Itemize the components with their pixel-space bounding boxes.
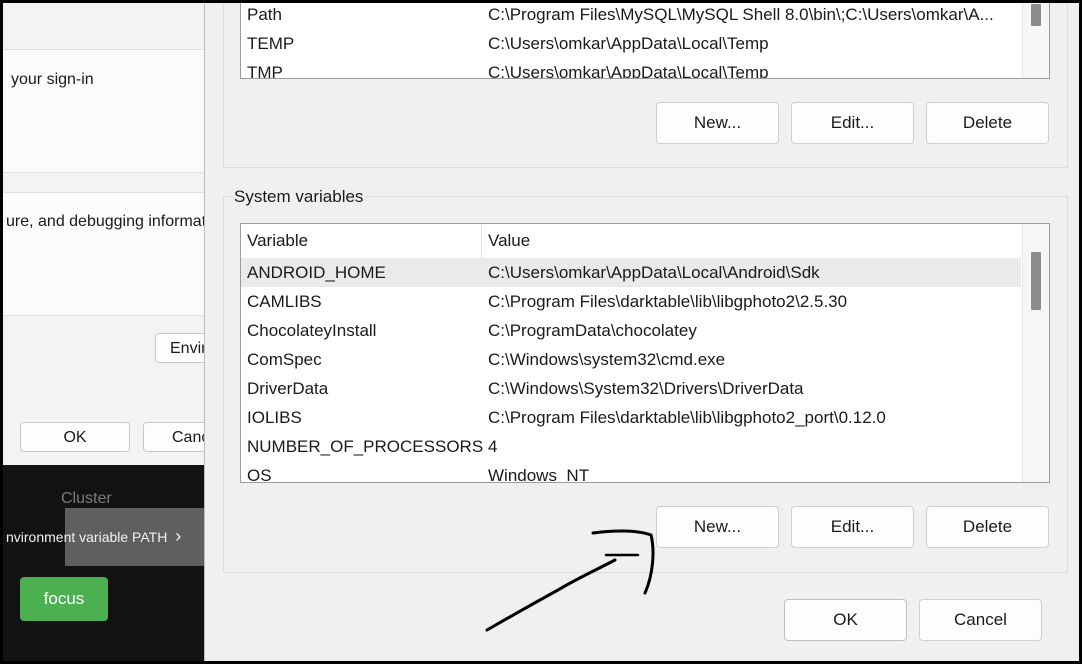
screen: your sign-in ure, and debugging informat… [0, 0, 1082, 664]
system-edit-button[interactable]: Edit... [791, 506, 914, 548]
variable-name: CAMLIBS [247, 292, 322, 311]
sign-in-panel [3, 49, 213, 173]
scrollbar-thumb[interactable] [1031, 4, 1041, 26]
column-header-value[interactable]: Value [488, 224, 530, 258]
variable-name: ComSpec [247, 350, 322, 369]
ok-button[interactable]: OK [784, 599, 907, 641]
system-list-scrollbar[interactable] [1022, 224, 1049, 482]
system-new-button[interactable]: New... [656, 506, 779, 548]
user-variables-list[interactable]: Path C:\Program Files\MySQL\MySQL Shell … [240, 3, 1050, 79]
column-header-variable[interactable]: Variable [247, 224, 308, 258]
sign-in-text: your sign-in [11, 71, 94, 88]
variable-value: C:\Program Files\darktable\lib\libgphoto… [488, 292, 848, 311]
variable-name: OS [247, 466, 272, 483]
variable-value: C:\Users\omkar\AppData\Local\Temp [488, 34, 769, 53]
variable-value: C:\Users\omkar\AppData\Local\Temp [488, 63, 769, 79]
variable-value: C:\Windows\System32\Drivers\DriverData [488, 379, 804, 398]
system-delete-button[interactable]: Delete [926, 506, 1049, 548]
variable-value: C:\Windows\system32\cmd.exe [488, 350, 726, 369]
list-item[interactable]: TMP C:\Users\omkar\AppData\Local\Temp [241, 58, 1021, 79]
debug-panel [3, 192, 213, 316]
cancel-button[interactable]: Cancel [919, 599, 1042, 641]
cluster-label: Cluster [61, 490, 112, 507]
focus-button[interactable]: focus [20, 577, 108, 621]
table-row[interactable]: ANDROID_HOME C:\Users\omkar\AppData\Loca… [241, 258, 1021, 287]
variable-value: C:\Users\omkar\AppData\Local\Android\Sdk [488, 263, 820, 282]
system-variables-title: System variables [232, 187, 366, 207]
variable-value: 4 [488, 437, 498, 456]
system-variables-list[interactable]: Variable Value ANDROID_HOME C:\Users\omk… [240, 223, 1050, 483]
variable-name: TMP [247, 63, 283, 79]
table-row[interactable]: NUMBER_OF_PROCESSORS 4 [241, 432, 1021, 461]
variable-name: Path [247, 5, 282, 24]
table-row[interactable]: ChocolateyInstall C:\ProgramData\chocola… [241, 316, 1021, 345]
variable-value: C:\Program Files\MySQL\MySQL Shell 8.0\b… [488, 5, 994, 24]
table-row[interactable]: CAMLIBS C:\Program Files\darktable\lib\l… [241, 287, 1021, 316]
table-row[interactable]: OS Windows_NT [241, 461, 1021, 483]
debug-info-text: ure, and debugging informat [6, 213, 207, 230]
user-list-scrollbar[interactable] [1022, 3, 1049, 78]
list-item[interactable]: TEMP C:\Users\omkar\AppData\Local\Temp [241, 29, 1021, 58]
variable-value: C:\ProgramData\chocolatey [488, 321, 697, 340]
table-row[interactable]: IOLIBS C:\Program Files\darktable\lib\li… [241, 403, 1021, 432]
variable-value: Windows_NT [488, 466, 590, 483]
env-path-text: nvironment variable PATH [6, 529, 168, 545]
variable-name: ChocolateyInstall [247, 321, 377, 340]
chevron-right-icon: › [175, 526, 182, 546]
user-edit-button[interactable]: Edit... [791, 102, 914, 144]
background-dialog: your sign-in ure, and debugging informat… [3, 3, 225, 465]
variable-name: NUMBER_OF_PROCESSORS [247, 437, 484, 456]
variable-value: C:\Program Files\darktable\lib\libgphoto… [488, 408, 886, 427]
scrollbar-thumb[interactable] [1031, 252, 1041, 310]
table-row[interactable]: ComSpec C:\Windows\system32\cmd.exe [241, 345, 1021, 374]
user-new-button[interactable]: New... [656, 102, 779, 144]
variable-name: TEMP [247, 34, 295, 53]
bg-ok-button[interactable]: OK [20, 422, 130, 452]
variable-name: ANDROID_HOME [247, 263, 386, 282]
table-row[interactable]: DriverData C:\Windows\System32\Drivers\D… [241, 374, 1021, 403]
user-delete-button[interactable]: Delete [926, 102, 1049, 144]
variable-name: DriverData [247, 379, 329, 398]
list-header: Variable Value [241, 224, 1021, 258]
env-path-link[interactable]: nvironment variable PATH › [6, 526, 181, 547]
column-divider[interactable] [481, 224, 482, 258]
list-item[interactable]: Path C:\Program Files\MySQL\MySQL Shell … [241, 3, 1021, 29]
variable-name: IOLIBS [247, 408, 302, 427]
